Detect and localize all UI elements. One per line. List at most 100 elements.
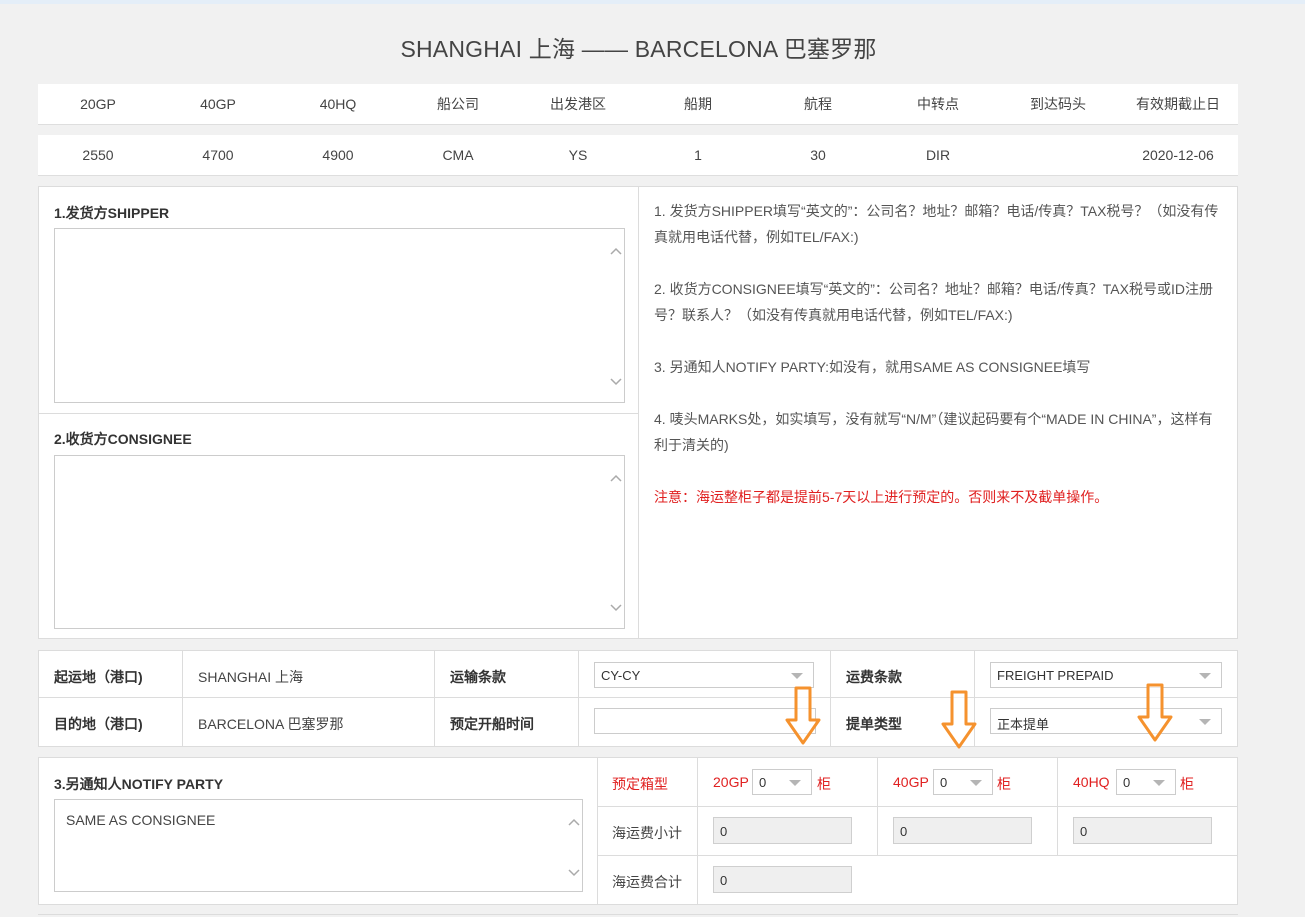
- scroll-down-icon[interactable]: [610, 378, 622, 386]
- qty-20gp-select[interactable]: 0: [752, 769, 812, 795]
- rate-value-terminal: [998, 135, 1118, 175]
- chevron-down-icon: [1153, 780, 1165, 786]
- shipper-label: 1.发货方SHIPPER: [54, 205, 170, 221]
- consignee-textarea[interactable]: [54, 455, 625, 629]
- destination-value: BARCELONA 巴塞罗那: [198, 716, 344, 732]
- col-divider: [578, 651, 579, 746]
- chevron-down-icon: [791, 673, 803, 679]
- col-divider: [182, 651, 183, 746]
- qty-40hq-select[interactable]: 0: [1116, 769, 1176, 795]
- rate-value-40hq: 4900: [322, 147, 354, 163]
- qty-20gp-value: 0: [759, 775, 767, 790]
- freight-terms-label: 运费条款: [846, 669, 902, 685]
- port-terms-divider: [39, 697, 1237, 698]
- rate-value-port-area: YS: [568, 147, 588, 163]
- rate-table-header: 20GP 40GP 40HQ 船公司 出发港区 船期 航程 中转点 到达码头 有…: [38, 84, 1238, 125]
- instructions-notes: 1. 发货方SHIPPER填写“英文的”：公司名？地址？邮箱？电话/传真？TAX…: [654, 198, 1226, 510]
- rate-table-row: 2550 4700 4900 CMA YS 1 30 DIR 2020-12-0…: [38, 135, 1238, 176]
- annotation-arrow-icon: [785, 686, 821, 745]
- freight-terms-value: FREIGHT PREPAID: [997, 668, 1114, 683]
- bl-type-label: 提单类型: [846, 716, 902, 732]
- transport-terms-value: CY-CY: [601, 668, 641, 683]
- rate-header-transship: 中转点: [917, 96, 959, 112]
- qty-40gp-value: 0: [940, 775, 948, 790]
- total-label: 海运费合计: [612, 874, 682, 890]
- note-notify: 3. 另通知人NOTIFY PARTY:如没有，就用SAME AS CONSIG…: [654, 359, 1091, 375]
- rate-value-transship: DIR: [925, 147, 951, 163]
- origin-value: SHANGHAI 上海: [198, 669, 304, 685]
- chevron-down-icon: [1199, 719, 1211, 725]
- notify-divider: [597, 758, 598, 904]
- annotation-arrow-icon: [1137, 683, 1173, 742]
- rate-header-terminal: 到达码头: [1030, 96, 1086, 112]
- subtotal-40gp-value: 0: [900, 824, 908, 839]
- route-title: SHANGHAI 上海 —— BARCELONA 巴塞罗那: [400, 36, 877, 62]
- rate-header-port-area: 出发港区: [550, 96, 606, 112]
- rate-value-schedule: 1: [694, 147, 702, 163]
- rate-header-transit: 航程: [804, 96, 832, 112]
- container-40hq-label: 40HQ: [1073, 774, 1110, 790]
- col-divider: [830, 651, 831, 746]
- scroll-up-icon[interactable]: [610, 247, 622, 255]
- rate-header-carrier: 船公司: [437, 96, 479, 112]
- note-marks: 4. 唛头MARKS处，如实填写，没有就写“N/M”（建议起码要有个“MADE …: [654, 411, 1213, 453]
- subtotal-40gp-field: 0: [893, 817, 1032, 844]
- booking-row-divider: [598, 806, 1237, 807]
- transport-terms-select[interactable]: CY-CY: [594, 662, 814, 688]
- transport-terms-label: 运输条款: [450, 669, 506, 685]
- shipper-textarea[interactable]: [54, 228, 625, 403]
- booking-col-divider: [697, 758, 698, 904]
- bl-type-value: 正本提单: [997, 717, 1050, 732]
- notify-text: SAME AS CONSIGNEE: [66, 812, 216, 828]
- notify-label: 3.另通知人NOTIFY PARTY: [54, 776, 224, 792]
- qty-40hq-value: 0: [1123, 775, 1131, 790]
- rate-header-40gp: 40GP: [200, 96, 236, 112]
- rate-header-valid-until: 有效期截止日: [1136, 96, 1220, 112]
- subtotal-40hq-value: 0: [1080, 824, 1088, 839]
- col-divider: [434, 651, 435, 746]
- destination-label: 目的地（港口): [54, 716, 143, 732]
- annotation-arrow-icon: [941, 690, 977, 749]
- consignee-label: 2.收货方CONSIGNEE: [54, 431, 192, 447]
- origin-label: 起运地（港口): [54, 669, 143, 685]
- rate-header-schedule: 船期: [684, 96, 712, 112]
- subtotal-20gp-value: 0: [720, 824, 728, 839]
- chevron-down-icon: [789, 780, 801, 786]
- shipper-consignee-divider: [39, 413, 638, 414]
- rate-header-20gp: 20GP: [80, 96, 116, 112]
- subtotal-20gp-field: 0: [713, 817, 852, 844]
- container-40gp-label: 40GP: [893, 774, 929, 790]
- departure-time-input[interactable]: [594, 708, 816, 734]
- rate-value-carrier: CMA: [442, 147, 474, 163]
- container-type-label: 预定箱型: [612, 776, 668, 792]
- scroll-down-icon[interactable]: [610, 604, 622, 612]
- booking-row-divider: [598, 855, 1237, 856]
- departure-time-label: 预定开船时间: [450, 716, 534, 732]
- unit-label: 柜: [817, 776, 831, 792]
- unit-label: 柜: [997, 776, 1011, 792]
- chevron-down-icon: [1199, 673, 1211, 679]
- rate-value-valid-until: 2020-12-06: [1142, 147, 1214, 163]
- subtotal-label: 海运费小计: [612, 825, 682, 841]
- container-20gp-label: 20GP: [713, 774, 749, 790]
- scroll-up-icon[interactable]: [568, 818, 580, 826]
- next-section-edge: [38, 914, 1238, 915]
- booking-warning: 注意：海运整柜子都是提前5-7天以上进行预定的。否则来不及截单操作。: [654, 489, 1109, 505]
- scroll-down-icon[interactable]: [568, 869, 580, 877]
- chevron-down-icon: [970, 780, 982, 786]
- qty-40gp-select[interactable]: 0: [933, 769, 993, 795]
- unit-label: 柜: [1180, 776, 1194, 792]
- total-value: 0: [720, 873, 728, 888]
- notify-textarea[interactable]: SAME AS CONSIGNEE: [54, 799, 583, 892]
- note-shipper: 1. 发货方SHIPPER填写“英文的”：公司名？地址？邮箱？电话/传真？TAX…: [654, 203, 1219, 245]
- rate-header-40hq: 40HQ: [319, 96, 357, 112]
- bl-type-select[interactable]: 正本提单: [990, 708, 1222, 734]
- freight-terms-select[interactable]: FREIGHT PREPAID: [990, 662, 1222, 688]
- subtotal-40hq-field: 0: [1073, 817, 1212, 844]
- rate-value-40gp: 4700: [202, 147, 234, 163]
- scroll-up-icon[interactable]: [610, 474, 622, 482]
- booking-col-divider: [1057, 758, 1058, 855]
- rate-value-20gp: 2550: [82, 147, 114, 163]
- rate-value-transit: 30: [810, 147, 826, 163]
- note-consignee: 2. 收货方CONSIGNEE填写“英文的”：公司名？地址？邮箱？电话/传真？T…: [654, 281, 1213, 323]
